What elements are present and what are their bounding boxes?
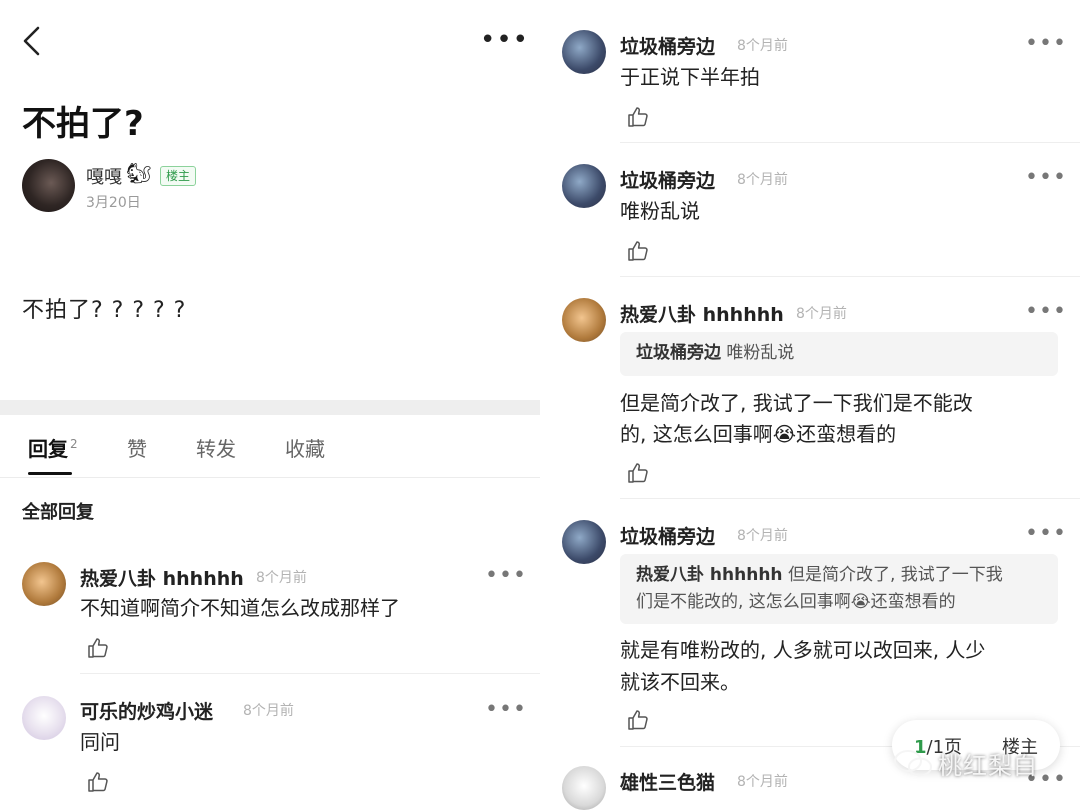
comment-divider — [80, 673, 540, 674]
comment-time: 8个月前 — [796, 306, 847, 322]
comment-time: 8个月前 — [256, 570, 307, 586]
commenter-avatar[interactable] — [562, 30, 606, 74]
commenter-avatar[interactable] — [562, 520, 606, 564]
section-divider — [0, 400, 540, 415]
comment-text-line: 的, 这怎么回事啊😭还蛮想看的 — [620, 422, 897, 446]
thumbs-up-icon[interactable] — [626, 239, 650, 263]
comment-more-icon[interactable]: ••• — [485, 699, 527, 721]
quoted-text: 唯粉乱说 — [726, 343, 795, 363]
quoted-text-line: 们是不能改的, 这怎么回事啊😭还蛮想看的 — [636, 592, 956, 612]
post-date: 3月20日 — [86, 195, 141, 211]
back-arrow-icon[interactable] — [18, 24, 48, 58]
thumbs-up-icon[interactable] — [626, 461, 650, 485]
commenter-name[interactable]: 热爱八卦 hhhhhh — [620, 300, 784, 327]
comment-time: 8个月前 — [737, 38, 788, 54]
comment-divider — [620, 498, 1080, 499]
comment-more-icon[interactable]: ••• — [1025, 523, 1067, 545]
comment-more-icon[interactable]: ••• — [1025, 301, 1067, 323]
quoted-text-line: 但是简介改了, 我试了一下我 — [787, 565, 1003, 585]
quoted-reply[interactable]: 垃圾桶旁边 唯粉乱说 — [620, 332, 1058, 376]
tab-likes[interactable]: 赞 — [127, 433, 147, 462]
post-title: 不拍了? — [22, 104, 144, 144]
quoted-author: 热爱八卦 hhhhhh — [636, 565, 783, 585]
wechat-logo-icon — [894, 750, 932, 777]
comment-more-icon[interactable]: ••• — [485, 565, 527, 587]
squirrel-emoji-icon: 🐿 — [126, 161, 152, 185]
tab-divider — [0, 477, 540, 478]
comment-more-icon[interactable]: ••• — [1025, 33, 1067, 55]
tab-reposts[interactable]: 转发 — [196, 433, 236, 462]
comment-text: 于正说下半年拍 — [620, 65, 760, 89]
commenter-avatar[interactable] — [562, 164, 606, 208]
author-avatar[interactable] — [22, 159, 75, 212]
comment-time: 8个月前 — [737, 172, 788, 188]
post-body: 不拍了? ? ? ? ? — [22, 298, 187, 323]
commenter-name[interactable]: 热爱八卦 hhhhhh — [80, 564, 244, 591]
watermark-text: 桃红梨白 — [938, 752, 1038, 780]
post-detail-panel: ••• 不拍了? 嘎嘎 🐿 楼主 3月20日 不拍了? ? ? ? ? 回复 2 … — [0, 0, 540, 810]
commenter-name[interactable]: 垃圾桶旁边 — [620, 522, 715, 549]
tab-replies[interactable]: 回复 2 — [28, 433, 78, 462]
comment-text: 不知道啊简介不知道怎么改成那样了 — [80, 596, 400, 620]
commenter-avatar[interactable] — [22, 696, 66, 740]
commenter-name[interactable]: 垃圾桶旁边 — [620, 32, 715, 59]
commenter-name[interactable]: 雄性三色猫 — [620, 768, 715, 795]
comment-text: 同问 — [80, 730, 120, 754]
comment-time: 8个月前 — [737, 528, 788, 544]
author-name[interactable]: 嘎嘎 — [86, 163, 122, 189]
tab-replies-count: 2 — [70, 437, 78, 452]
comment-text-line: 就该不回来。 — [620, 670, 740, 694]
commenter-avatar[interactable] — [22, 562, 66, 606]
comments-panel: 垃圾桶旁边 8个月前 ••• 于正说下半年拍 垃圾桶旁边 8个月前 ••• 唯粉… — [540, 0, 1080, 810]
commenter-name[interactable]: 垃圾桶旁边 — [620, 166, 715, 193]
comment-text-line: 但是简介改了, 我试了一下我们是不能改 — [620, 391, 973, 415]
comment-divider — [620, 142, 1080, 143]
comment-text-line: 就是有唯粉改的, 人多就可以改回来, 人少 — [620, 638, 986, 662]
all-replies-heading: 全部回复 — [22, 502, 94, 523]
tab-favorites[interactable]: 收藏 — [285, 433, 325, 462]
quoted-author: 垃圾桶旁边 — [636, 343, 721, 363]
comment-text: 唯粉乱说 — [620, 199, 700, 223]
comment-more-icon[interactable]: ••• — [1025, 167, 1067, 189]
quoted-reply[interactable]: 热爱八卦 hhhhhh 但是简介改了, 我试了一下我 们是不能改的, 这怎么回事… — [620, 554, 1058, 624]
commenter-avatar[interactable] — [562, 298, 606, 342]
comment-time: 8个月前 — [243, 703, 294, 719]
thumbs-up-icon[interactable] — [626, 708, 650, 732]
commenter-name[interactable]: 可乐的炒鸡小迷 — [80, 697, 213, 724]
tab-replies-label: 回复 — [28, 437, 68, 461]
thumbs-up-icon[interactable] — [626, 105, 650, 129]
comment-time: 8个月前 — [737, 774, 788, 790]
comment-divider — [620, 276, 1080, 277]
more-options-icon[interactable]: ••• — [480, 27, 529, 53]
op-badge: 楼主 — [160, 166, 197, 186]
thumbs-up-icon[interactable] — [86, 770, 110, 794]
commenter-avatar[interactable] — [562, 766, 606, 810]
thumbs-up-icon[interactable] — [86, 636, 110, 660]
active-tab-indicator — [28, 472, 72, 475]
